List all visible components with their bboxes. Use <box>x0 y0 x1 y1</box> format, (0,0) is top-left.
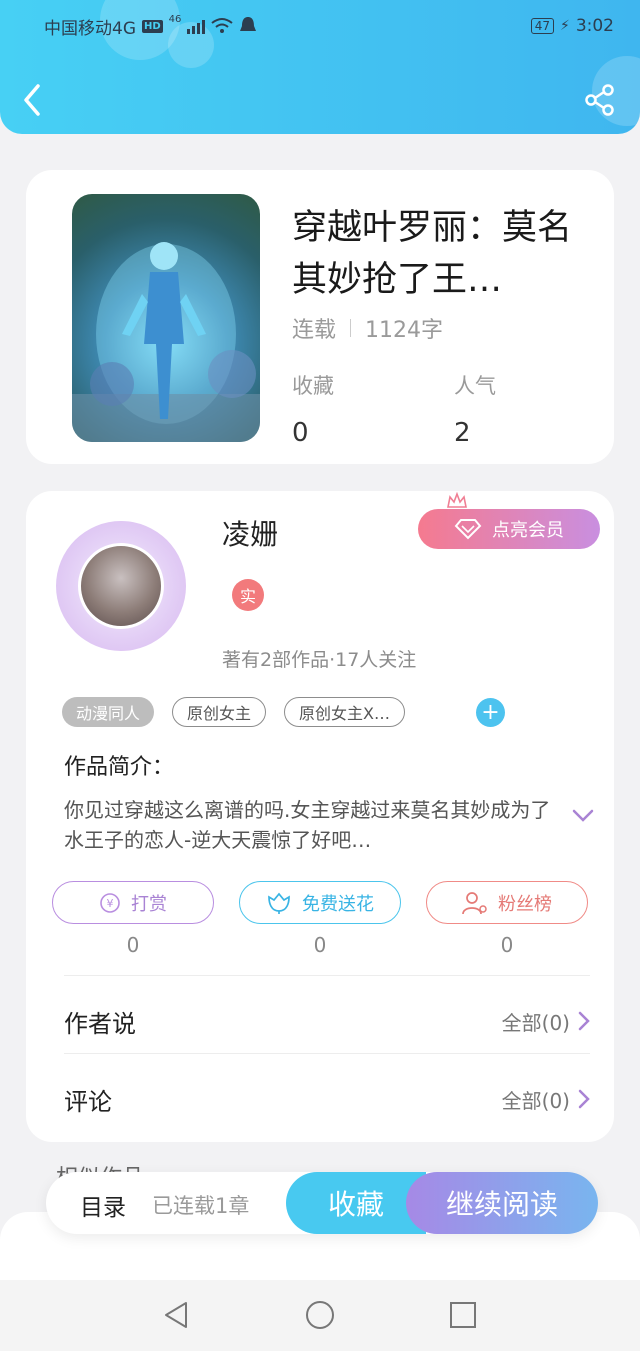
popularity-stat: 人气 2 <box>454 370 496 448</box>
collect-stat-value: 0 <box>292 418 309 448</box>
top-header: 中国移动4G HD 46 47 ⚡ 3:02 <box>0 0 640 134</box>
share-icon <box>585 84 614 116</box>
chevron-right-icon <box>578 1089 590 1109</box>
intro-title: 作品简介： <box>64 755 175 780</box>
collect-button[interactable]: 收藏 <box>286 1172 426 1234</box>
collect-stat-label: 收藏 <box>292 374 334 398</box>
tag-item[interactable]: 原创女主 <box>172 697 267 727</box>
action-counts: 0 0 0 <box>52 933 588 957</box>
network-type: 46 <box>168 13 182 25</box>
book-title: 穿越叶罗丽：莫名其妙抢了王… <box>292 208 573 300</box>
author-details-card: 凌姗 点亮会员 实 著有2部作品·17人关注 动漫同人 原创女主 原创女主X… … <box>26 491 614 1142</box>
comments-row[interactable]: 评论 全部(0) <box>64 1061 590 1137</box>
avatar-photo <box>78 543 164 629</box>
status-bar: 中国移动4G HD 46 47 ⚡ 3:02 <box>44 12 614 40</box>
author-says-title: 作者说 <box>64 1009 136 1038</box>
tag-list: 动漫同人 原创女主 原创女主X… <box>62 697 405 727</box>
battery-icon: 47 <box>530 18 554 34</box>
author-says-link: 全部(0) <box>501 1010 570 1035</box>
book-meta: 连载 1124字 <box>292 312 443 344</box>
crown-icon <box>447 491 467 508</box>
flower-icon <box>268 892 290 914</box>
chapter-count: 已连载1章 <box>152 1194 250 1218</box>
comments-link: 全部(0) <box>501 1088 570 1113</box>
catalog-button[interactable]: 目录 <box>80 1188 126 1222</box>
cover-art <box>72 242 260 442</box>
popularity-stat-label: 人气 <box>454 374 496 398</box>
reward-label: 打赏 <box>131 893 167 915</box>
chevron-right-icon <box>578 1011 590 1031</box>
nav-back-icon[interactable] <box>162 1300 192 1330</box>
diamond-icon <box>454 519 482 540</box>
section-divider <box>64 1053 590 1054</box>
tag-item[interactable]: 原创女主X… <box>284 697 405 727</box>
user-rank-icon <box>462 891 487 914</box>
share-button[interactable] <box>584 84 616 116</box>
back-button[interactable] <box>22 82 52 118</box>
intro-text: 你见过穿越这么离谱的吗.女主穿越过来莫名其妙成为了水王子的恋人-逆大天震惊了好吧… <box>64 798 551 852</box>
verified-badge: 实 <box>232 579 264 611</box>
wifi-icon <box>211 18 234 33</box>
svg-text:¥: ¥ <box>107 897 114 910</box>
notification-icon <box>240 17 257 31</box>
activate-vip-button[interactable]: 点亮会员 <box>418 509 600 549</box>
fans-count: 0 <box>500 933 514 957</box>
chevron-down-icon[interactable] <box>572 809 594 823</box>
book-info-card: 穿越叶罗丽：莫名其妙抢了王… 连载 1124字 收藏 0 人气 2 <box>26 170 614 464</box>
author-avatar[interactable] <box>56 521 186 651</box>
clock-time: 3:02 <box>575 16 614 36</box>
fans-label: 粉丝榜 <box>498 893 552 915</box>
fans-ranking-button[interactable]: 粉丝榜 <box>426 881 588 924</box>
tag-item[interactable]: 动漫同人 <box>62 697 155 727</box>
continue-reading-button[interactable]: 继续阅读 <box>406 1172 598 1234</box>
reward-count: 0 <box>126 933 140 957</box>
collect-stat: 收藏 0 <box>292 370 334 448</box>
bottom-action-bar: 目录 已连载1章 收藏 继续阅读 <box>46 1172 598 1234</box>
nav-home-icon[interactable] <box>305 1300 335 1330</box>
book-cover-image[interactable] <box>72 194 260 442</box>
author-says-row[interactable]: 作者说 全部(0) <box>64 983 590 1059</box>
section-divider <box>64 975 590 976</box>
hd-badge: HD <box>142 19 163 33</box>
system-nav-bar <box>0 1280 640 1351</box>
word-count: 1124字 <box>365 318 444 343</box>
popularity-stat-value: 2 <box>454 418 471 448</box>
add-tag-button[interactable]: + <box>476 698 505 727</box>
carrier-text: 中国移动4G <box>44 18 136 39</box>
nav-recents-icon[interactable] <box>448 1300 478 1330</box>
flower-label: 免费送花 <box>302 893 374 915</box>
vip-label: 点亮会员 <box>492 520 564 541</box>
send-flower-button[interactable]: 免费送花 <box>239 881 401 924</box>
yen-coin-icon: ¥ <box>100 892 120 913</box>
charging-icon: ⚡ <box>559 18 570 34</box>
meta-divider <box>350 319 352 337</box>
book-status: 连载 <box>292 318 337 343</box>
author-name[interactable]: 凌姗 <box>222 513 278 553</box>
flower-count: 0 <box>313 933 327 957</box>
author-stats: 著有2部作品·17人关注 <box>222 649 417 671</box>
action-buttons: ¥ 打赏 免费送花 粉丝榜 <box>52 881 588 924</box>
comments-title: 评论 <box>64 1087 112 1116</box>
reward-button[interactable]: ¥ 打赏 <box>52 881 214 924</box>
signal-icon <box>187 18 206 34</box>
back-arrow-icon <box>24 84 40 116</box>
